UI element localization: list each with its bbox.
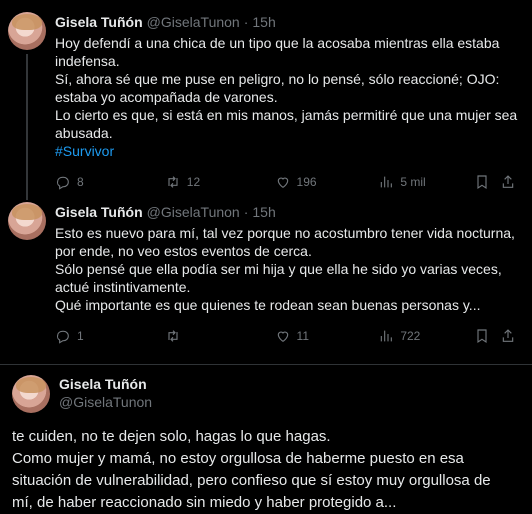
reply-icon: [56, 330, 69, 344]
reply-button[interactable]: 1: [55, 328, 165, 344]
tweet-actions: 8 12 196 5 mil: [55, 172, 520, 192]
tweet-2[interactable]: Gisela Tuñón @GiselaTunon · 15h Esto es …: [0, 190, 532, 364]
tweet-header: Gisela Tuñón @GiselaTunon · 15h: [55, 204, 520, 224]
reply-count: 1: [77, 329, 84, 343]
hashtag-link[interactable]: #Survivor: [55, 142, 520, 160]
like-button[interactable]: 11: [275, 328, 379, 344]
author-name[interactable]: Gisela Tuñón: [55, 14, 143, 30]
reply-icon: [56, 176, 69, 190]
bookmark-button[interactable]: [474, 174, 500, 190]
views-icon: [381, 176, 393, 188]
views-button[interactable]: 722: [378, 328, 474, 344]
main-author-handle[interactable]: @GiselaTunon: [59, 393, 520, 411]
views-button[interactable]: 5 mil: [378, 174, 474, 190]
separator-dot: ·: [243, 204, 249, 220]
tweet-header: Gisela Tuñón @GiselaTunon · 15h: [55, 14, 520, 34]
retweet-count: 12: [186, 175, 201, 189]
views-icon: [381, 330, 393, 342]
tweet-1[interactable]: Gisela Tuñón @GiselaTunon · 15h Hoy defe…: [0, 0, 532, 200]
retweet-icon: [168, 330, 178, 342]
share-button[interactable]: [500, 174, 520, 190]
reply-count: 8: [77, 175, 84, 189]
share-button[interactable]: [500, 328, 520, 344]
like-count: 11: [296, 329, 309, 343]
avatar[interactable]: [12, 375, 50, 413]
tweet-actions: 1 11 722: [55, 326, 520, 346]
bookmark-icon: [477, 175, 487, 190]
bookmark-button[interactable]: [474, 328, 500, 344]
timestamp[interactable]: 15h: [252, 204, 275, 220]
main-author-block: Gisela Tuñón @GiselaTunon: [12, 375, 520, 415]
like-icon: [277, 177, 288, 189]
retweet-button[interactable]: [165, 328, 275, 344]
like-icon: [277, 331, 288, 343]
separator-dot: ·: [243, 14, 249, 30]
avatar[interactable]: [8, 12, 46, 50]
like-button[interactable]: 196: [275, 174, 379, 190]
views-count: 722: [400, 329, 421, 343]
avatar[interactable]: [8, 202, 46, 240]
author-handle[interactable]: @GiselaTunon: [147, 14, 240, 30]
bookmark-icon: [477, 329, 487, 344]
share-icon: [502, 329, 514, 342]
thread-line: [26, 54, 28, 200]
retweet-icon: [168, 176, 178, 188]
like-count: 196: [296, 175, 317, 189]
author-handle[interactable]: @GiselaTunon: [147, 204, 240, 220]
share-icon: [502, 175, 514, 188]
main-tweet: Gisela Tuñón @GiselaTunon te cuiden, no …: [0, 365, 532, 514]
retweet-button[interactable]: 12: [165, 174, 275, 190]
timestamp[interactable]: 15h: [252, 14, 275, 30]
author-name[interactable]: Gisela Tuñón: [55, 204, 143, 220]
views-count: 5 mil: [400, 175, 426, 189]
main-author-name[interactable]: Gisela Tuñón: [59, 375, 520, 393]
main-tweet-text: te cuiden, no te dejen solo, hagas lo qu…: [12, 428, 491, 511]
reply-button[interactable]: 8: [55, 174, 165, 190]
tweet-text: Esto es nuevo para mí, tal vez porque no…: [55, 225, 515, 313]
tweet-text: Hoy defendí a una chica de un tipo que l…: [55, 35, 518, 141]
